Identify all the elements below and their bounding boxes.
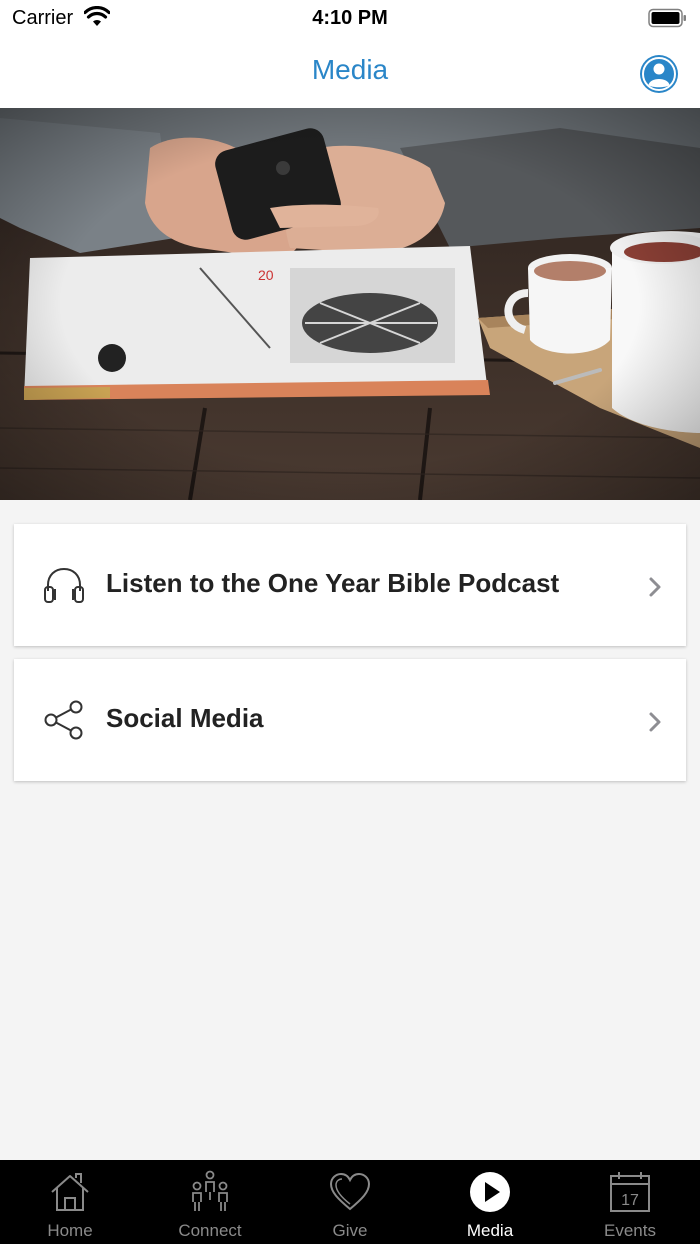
profile-icon[interactable]: [639, 54, 679, 94]
tab-events[interactable]: 17 Events: [560, 1160, 700, 1244]
social-media-label: Social Media: [106, 703, 264, 733]
hero-photo: 20: [0, 108, 700, 500]
heart-icon: [329, 1172, 371, 1211]
tab-label: Events: [604, 1221, 656, 1240]
tab-label: Give: [332, 1221, 368, 1240]
status-time: 4:10 PM: [312, 7, 388, 29]
podcast-card[interactable]: Listen to the One Year Bible Podcast: [14, 524, 686, 646]
headphones-icon: [44, 567, 84, 603]
status-bar: Carrier 4:10 PM: [0, 0, 700, 40]
hero-image: 20: [0, 108, 700, 500]
calendar-day: 17: [621, 1192, 639, 1209]
tab-label: Connect: [178, 1221, 242, 1240]
tab-connect[interactable]: Connect: [140, 1160, 280, 1244]
tab-bar: Home Connect Give Media 17 Events: [0, 1160, 700, 1244]
social-media-card[interactable]: Social Media: [14, 659, 686, 781]
tab-media[interactable]: Media: [420, 1160, 560, 1244]
share-icon: [44, 700, 83, 740]
chevron-right-icon: [649, 577, 661, 597]
page-title: Media: [311, 54, 389, 85]
nav-bar: Media: [0, 40, 700, 108]
tab-give[interactable]: Give: [280, 1160, 420, 1244]
home-icon: [51, 1173, 89, 1211]
podcast-label: Listen to the One Year Bible Podcast: [106, 568, 560, 598]
tab-label: Media: [466, 1221, 514, 1240]
tab-home[interactable]: Home: [0, 1160, 140, 1244]
battery-icon: [648, 8, 686, 28]
connect-people-icon: [192, 1170, 228, 1211]
chevron-right-icon: [649, 712, 661, 732]
play-circle-icon: [470, 1172, 510, 1212]
tab-label: Home: [47, 1221, 93, 1240]
calendar-icon: 17: [610, 1172, 650, 1212]
